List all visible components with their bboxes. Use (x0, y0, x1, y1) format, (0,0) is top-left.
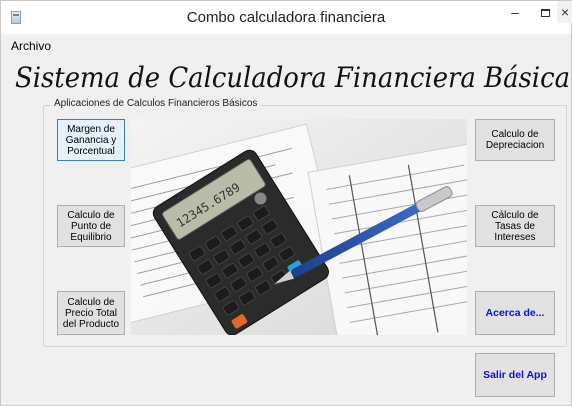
banner: Sistema de Calculadora Financiera Básica (15, 61, 570, 94)
app-window: Combo calculadora financiera – × Archivo… (0, 0, 572, 406)
menu-bar: Archivo (2, 35, 570, 53)
close-button[interactable]: × (557, 1, 572, 23)
depreciacion-button[interactable]: Calculo de Depreciacion (475, 119, 555, 161)
margen-ganancia-button[interactable]: Margen de Ganancia y Porcentual (57, 119, 125, 161)
calculator-photo-icon: 12345.6789 (131, 119, 467, 335)
menu-archivo[interactable]: Archivo (11, 39, 51, 53)
group-legend: Aplicaciones de Calculos Financieros Bás… (51, 98, 261, 109)
tasas-intereses-button[interactable]: Cálculo de Tasas de Intereses (475, 205, 555, 247)
banner-heading: Sistema de Calculadora Financiera Básica (15, 61, 570, 94)
acerca-de-button[interactable]: Acerca de... (475, 291, 555, 335)
precio-total-button[interactable]: Calculo de Precio Total del Producto (57, 291, 125, 335)
minimize-button[interactable]: – (501, 1, 529, 23)
punto-equilibrio-button[interactable]: Calculo de Punto de Equilibrio (57, 205, 125, 247)
salir-button[interactable]: Salir del App (475, 353, 555, 397)
title-bar[interactable]: Combo calculadora financiera – × (1, 1, 572, 34)
window-title: Combo calculadora financiera (186, 9, 386, 26)
maximize-icon (540, 9, 550, 17)
maximize-button[interactable] (531, 1, 559, 23)
calculator-photo: 12345.6789 (131, 119, 467, 335)
